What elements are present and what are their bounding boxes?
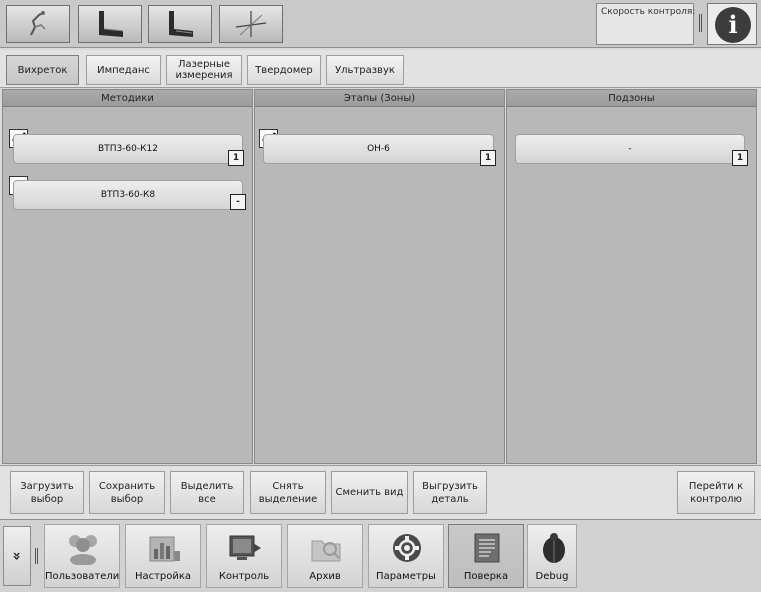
info-icon: i — [715, 7, 751, 43]
nav-settings[interactable]: Настройка — [125, 524, 201, 588]
nav-debug[interactable]: Debug — [527, 524, 577, 588]
tab-ultrasound[interactable]: Ультразвук — [326, 55, 404, 85]
crosshair-tool-button[interactable] — [219, 5, 283, 43]
nav-control[interactable]: Контроль — [206, 524, 282, 588]
method-item-1-count: 1 — [228, 150, 244, 166]
nav-users[interactable]: Пользователи — [44, 524, 120, 588]
dark-bracket-tool-icon — [99, 11, 124, 37]
stages-header: Этапы (Зоны) — [255, 90, 504, 107]
subzone-item-1[interactable]: - — [515, 134, 745, 164]
nav-archive[interactable]: Архив — [287, 524, 363, 588]
method-item-1-label: ВТП3-60-К12 — [98, 144, 158, 154]
subzone-item-1-label: - — [628, 144, 632, 154]
select-all-button[interactable]: Выделить все — [170, 471, 244, 514]
method-item-2-count: - — [230, 194, 246, 210]
bug-icon — [543, 533, 565, 563]
nav-grip-handle[interactable] — [35, 548, 38, 564]
top-toolbar: Скорость контроля: i — [0, 0, 761, 48]
subzones-column: Подзоны - 1 — [506, 89, 757, 464]
go-to-control-button[interactable]: Перейти к контролю — [677, 471, 755, 514]
nav-parameters-label: Параметры — [376, 571, 436, 582]
method-item-2[interactable]: ВТП3-60-К8 — [13, 180, 243, 210]
archive-folder-icon — [311, 540, 341, 562]
settings-chart-icon — [149, 536, 180, 562]
deselect-button[interactable]: Снять выделение — [250, 471, 326, 514]
gear-icon — [393, 534, 421, 562]
tab-impedance[interactable]: Импеданс — [86, 55, 161, 85]
tab-eddy-current[interactable]: Вихреток — [6, 55, 79, 85]
tab-laser-measurements[interactable]: Лазерные измерения — [166, 55, 242, 85]
nav-debug-label: Debug — [535, 571, 569, 582]
stage-item-1[interactable]: ОН-6 — [263, 134, 494, 164]
speed-label: Скорость контроля: — [601, 7, 696, 17]
subzone-item-1-count: 1 — [732, 150, 748, 166]
bottom-nav: » Пользователи Настройка Контроль Архив … — [0, 519, 761, 592]
nav-settings-label: Настройка — [134, 571, 192, 582]
nav-verification[interactable]: Поверка — [448, 524, 524, 588]
change-view-button[interactable]: Сменить вид — [331, 471, 408, 514]
stages-column: Этапы (Зоны) ОН-6 1 — [254, 89, 505, 464]
stage-item-1-label: ОН-6 — [367, 144, 390, 154]
method-tabs: Вихреток Импеданс Лазерные измерения Тве… — [0, 50, 761, 88]
methods-column: Методики ВТП3-60-К12 1 ВТП3-60-К8 - — [2, 89, 253, 464]
probe-tool-button[interactable] — [6, 5, 70, 43]
nav-control-label: Контроль — [218, 571, 270, 582]
collapse-nav-button[interactable]: » — [3, 526, 31, 586]
dark-bracket-tool-2-button[interactable] — [148, 5, 212, 43]
verification-document-icon — [474, 533, 500, 563]
probe-tool-icon — [30, 11, 46, 36]
tab-hardness-tester[interactable]: Твердомер — [247, 55, 321, 85]
info-button[interactable]: i — [707, 3, 757, 45]
action-bar: Загрузить выбор Сохранить выбор Выделить… — [0, 465, 761, 519]
chevron-double-down-icon: » — [8, 551, 25, 561]
stage-item-1-count: 1 — [480, 150, 496, 166]
nav-users-label: Пользователи — [45, 571, 120, 582]
load-selection-button[interactable]: Загрузить выбор — [10, 471, 84, 514]
method-item-2-label: ВТП3-60-К8 — [100, 190, 156, 200]
subzones-header: Подзоны — [507, 90, 756, 107]
crosshair-axes-icon — [235, 11, 267, 37]
speed-panel: Скорость контроля: — [596, 3, 696, 45]
nav-archive-label: Архив — [309, 571, 341, 582]
dark-bracket-tool-2-icon — [169, 11, 193, 37]
control-monitor-icon — [229, 535, 261, 560]
users-icon — [69, 535, 97, 565]
nav-parameters[interactable]: Параметры — [368, 524, 444, 588]
nav-verification-label: Поверка — [463, 571, 509, 582]
export-part-button[interactable]: Выгрузить деталь — [413, 471, 487, 514]
methods-header: Методики — [3, 90, 252, 107]
dark-bracket-tool-button[interactable] — [78, 5, 142, 43]
speed-grip-handle[interactable] — [699, 14, 702, 32]
save-selection-button[interactable]: Сохранить выбор — [89, 471, 165, 514]
method-item-1[interactable]: ВТП3-60-К12 — [13, 134, 243, 164]
